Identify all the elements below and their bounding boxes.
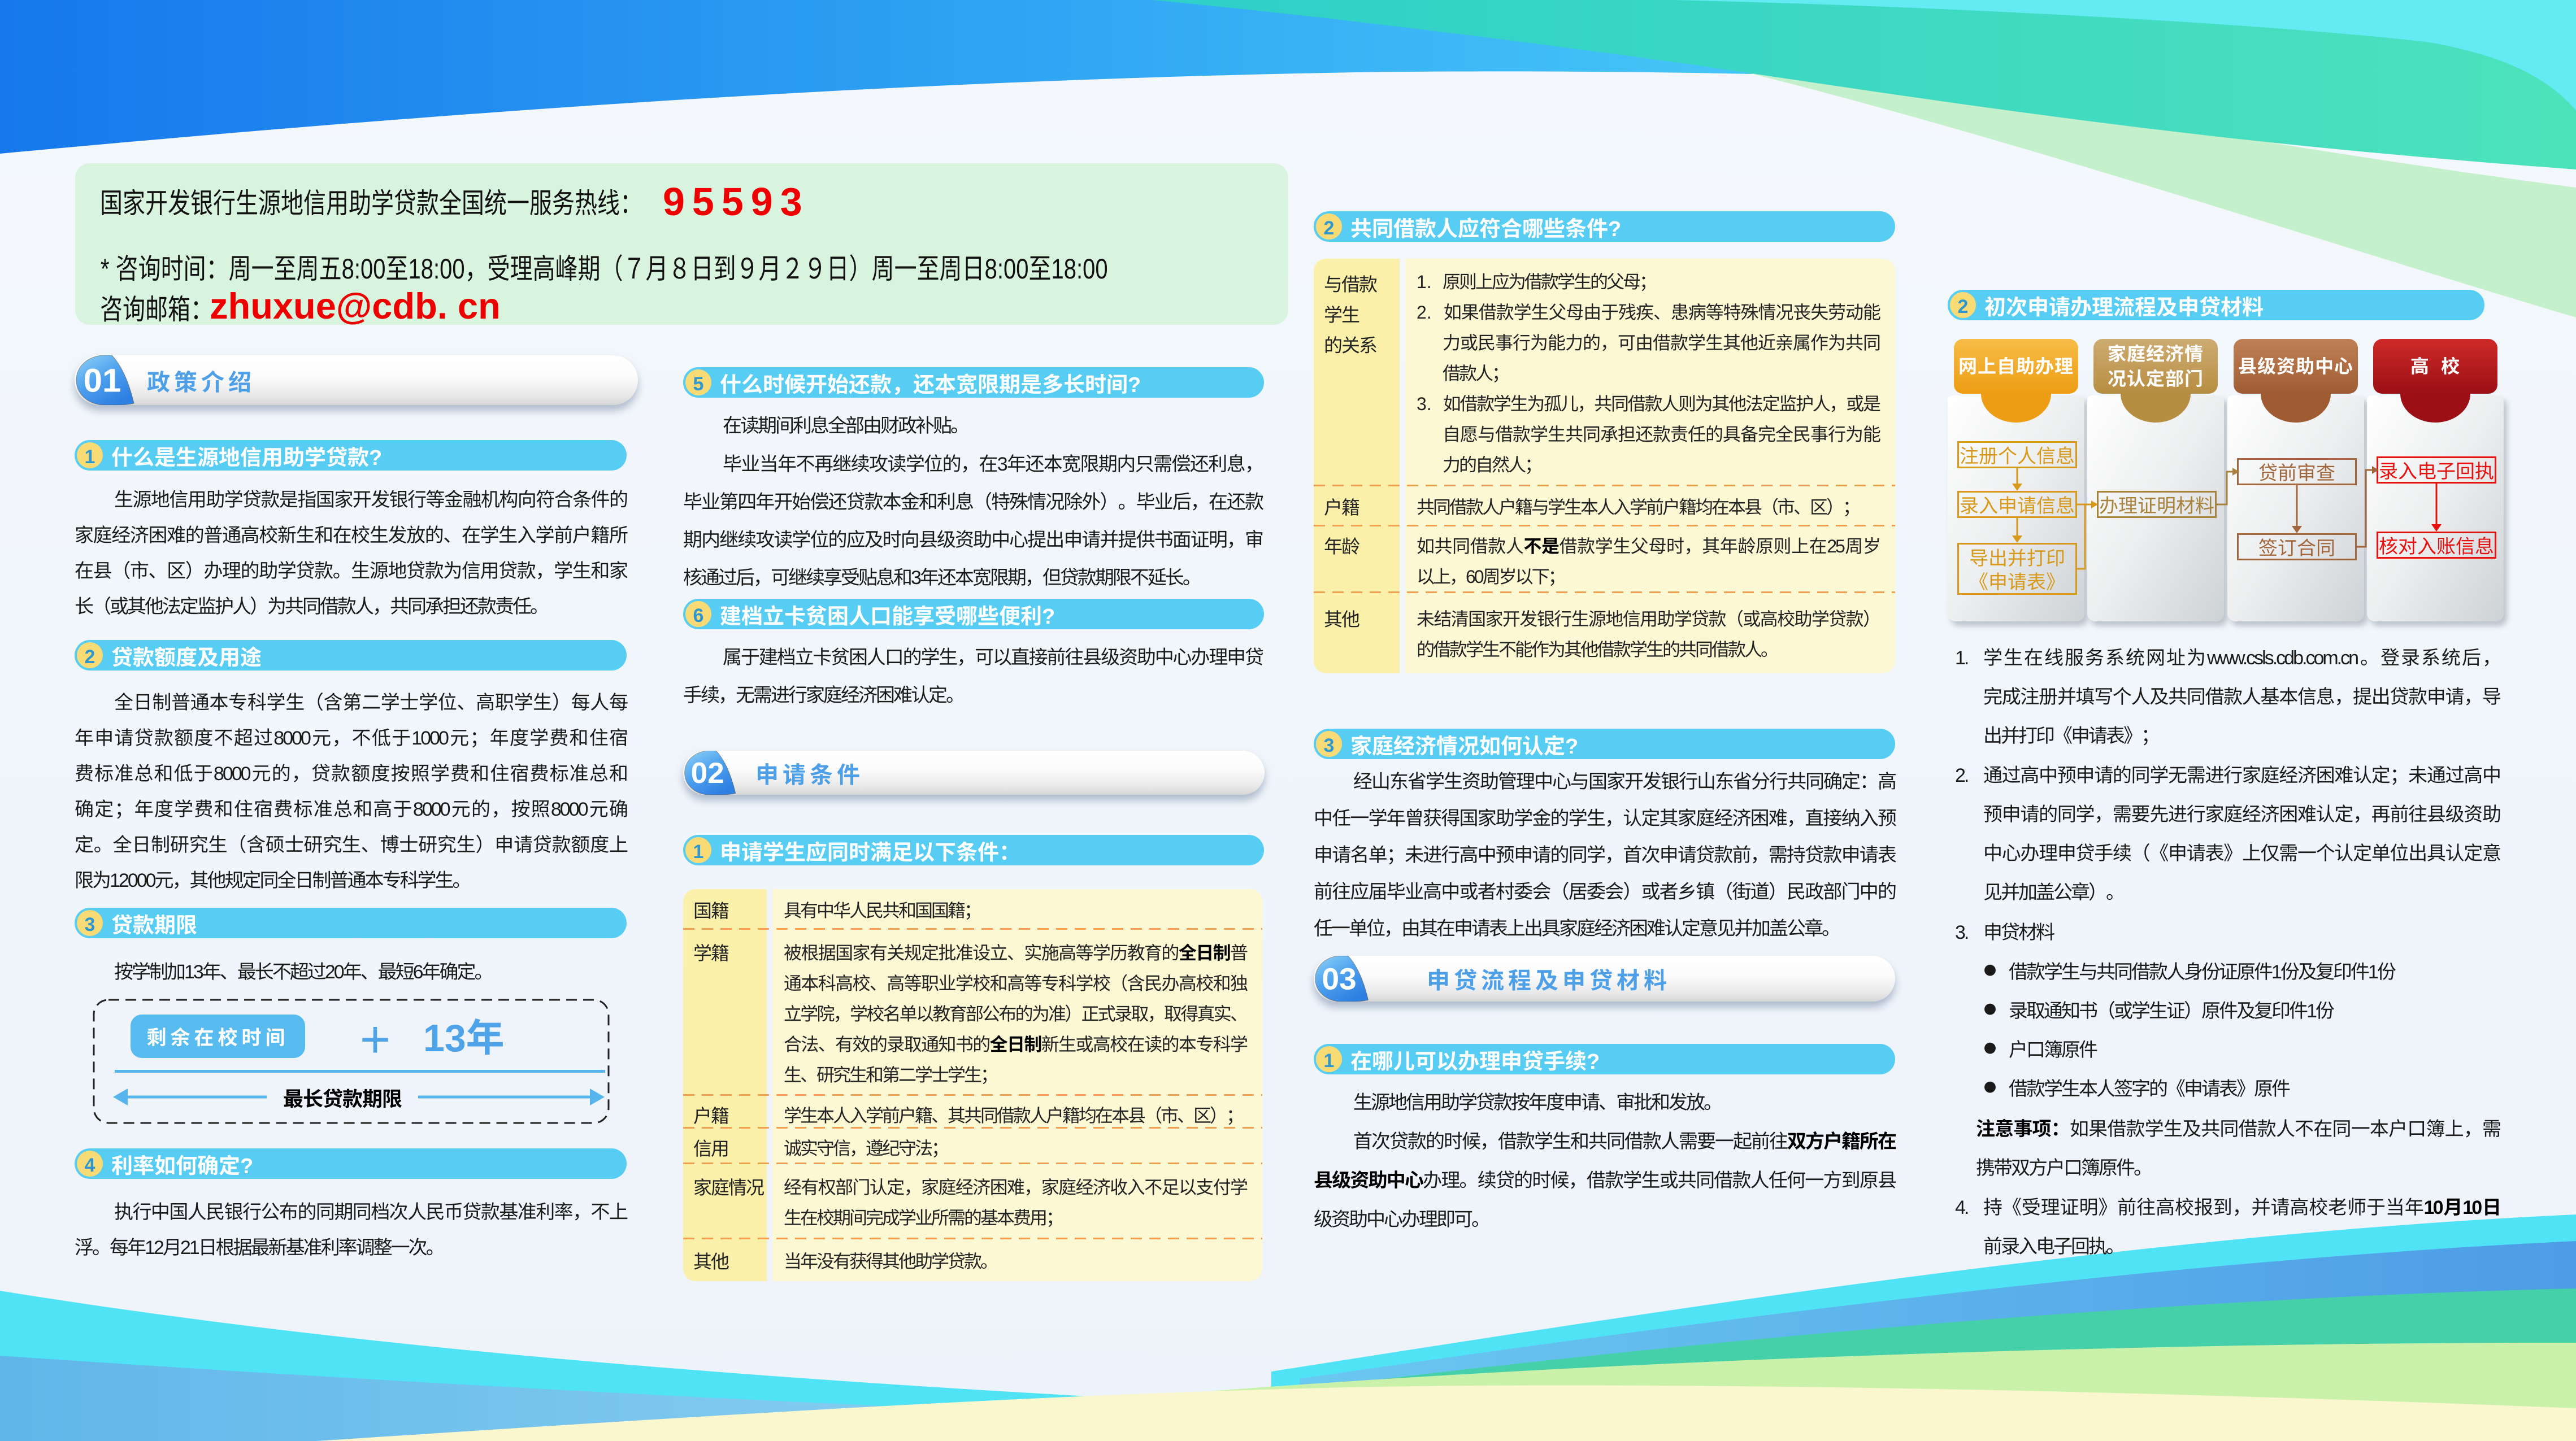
svg-text:02: 02 <box>691 757 724 790</box>
svg-text:01: 01 <box>84 362 121 399</box>
svg-text:03: 03 <box>1322 962 1356 996</box>
